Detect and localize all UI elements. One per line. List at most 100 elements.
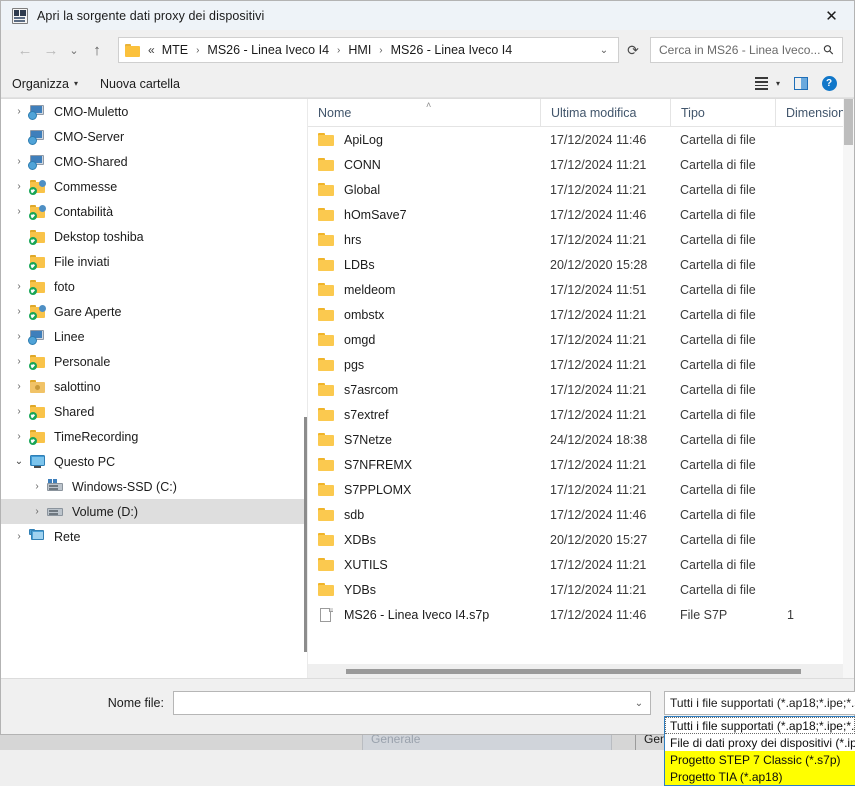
table-row[interactable]: S7Netze24/12/2024 18:38Cartella di file — [308, 427, 854, 452]
chevron-right-icon[interactable]: › — [9, 331, 29, 342]
file-type-filter-option[interactable]: Tutti i file supportati (*.ap18;*.ipe;*.… — [665, 717, 855, 734]
up-one-level-arrow-up-icon[interactable]: ↑ — [84, 37, 110, 63]
file-type-filter-combobox[interactable]: Tutti i file supportati (*.ap18;*.ipe;*.… — [664, 691, 855, 715]
sidebar-item-label: salottino — [54, 380, 101, 394]
table-row[interactable]: s7extref17/12/2024 11:21Cartella di file — [308, 402, 854, 427]
chevron-right-icon[interactable]: › — [27, 506, 47, 517]
file-list-horizontal-scrollbar[interactable] — [308, 663, 854, 678]
table-row[interactable]: ombstx17/12/2024 11:21Cartella di file — [308, 302, 854, 327]
chevron-right-icon[interactable]: › — [9, 381, 29, 392]
file-type-filter-option[interactable]: Progetto TIA (*.ap18) — [665, 768, 855, 785]
table-row[interactable]: XUTILS17/12/2024 11:21Cartella di file — [308, 552, 854, 577]
file-type-filter-option[interactable]: Progetto STEP 7 Classic (*.s7p) — [665, 751, 855, 768]
folder-icon — [318, 258, 335, 272]
sidebar-item-foto[interactable]: ›foto — [1, 274, 307, 299]
address-bar[interactable]: « MTE › MS26 - Linea Iveco I4 › HMI › MS… — [118, 37, 619, 63]
sidebar-item-cmo-muletto[interactable]: ›CMO-Muletto — [1, 99, 307, 124]
chevron-right-icon[interactable]: › — [9, 106, 29, 117]
view-options-chevron-down-icon[interactable]: ▾ — [769, 79, 787, 88]
table-row[interactable]: sdb17/12/2024 11:46Cartella di file — [308, 502, 854, 527]
chevron-down-icon: ▾ — [74, 79, 78, 88]
chevron-right-icon[interactable]: › — [9, 306, 29, 317]
table-row[interactable]: pgs17/12/2024 11:21Cartella di file — [308, 352, 854, 377]
table-row[interactable]: omgd17/12/2024 11:21Cartella di file — [308, 327, 854, 352]
forward-icon[interactable]: → — [38, 37, 64, 63]
help-icon[interactable]: ? — [815, 72, 843, 96]
chevron-right-icon[interactable]: › — [9, 181, 29, 192]
network-share-icon — [29, 104, 46, 119]
column-header-type[interactable]: Tipo — [670, 99, 775, 126]
chevron-right-icon[interactable]: › — [27, 481, 47, 492]
table-row[interactable]: hOmSave717/12/2024 11:46Cartella di file — [308, 202, 854, 227]
chevron-right-icon[interactable]: › — [9, 531, 29, 542]
sidebar-item-windows-ssd-c[interactable]: › Windows-SSD (C:) — [1, 474, 307, 499]
breadcrumb-segment[interactable]: MS26 - Linea Iveco I4 — [205, 43, 331, 57]
file-name-label: omgd — [344, 333, 375, 347]
file-list-vertical-scrollbar[interactable] — [843, 99, 854, 678]
sidebar-item-contabilit[interactable]: ›Contabilità — [1, 199, 307, 224]
breadcrumb-overflow-icon[interactable]: « — [146, 43, 160, 57]
file-name-cell: ombstx — [308, 308, 540, 322]
sidebar-item-linee[interactable]: ›Linee — [1, 324, 307, 349]
filename-input[interactable]: ⌄ — [173, 691, 651, 715]
breadcrumb-segment[interactable]: HMI — [346, 43, 373, 57]
table-row[interactable]: CONN17/12/2024 11:21Cartella di file — [308, 152, 854, 177]
chevron-down-icon[interactable]: ⌄ — [9, 456, 29, 467]
folder-icon — [318, 408, 335, 422]
table-row[interactable]: s7asrcom17/12/2024 11:21Cartella di file — [308, 377, 854, 402]
table-row[interactable]: meldeom17/12/2024 11:51Cartella di file — [308, 277, 854, 302]
back-icon[interactable]: ← — [12, 37, 38, 63]
address-bar-chevron-down-icon[interactable]: ⌄ — [594, 45, 614, 56]
close-icon[interactable]: ✕ — [809, 1, 854, 30]
sidebar-item-cmo-shared[interactable]: ›CMO-Shared — [1, 149, 307, 174]
new-folder-button[interactable]: Nuova cartella — [100, 77, 180, 91]
sidebar-item-timerecording[interactable]: ›TimeRecording — [1, 424, 307, 449]
chevron-right-icon[interactable]: › — [9, 406, 29, 417]
sidebar-item-dekstop-toshiba[interactable]: Dekstop toshiba — [1, 224, 307, 249]
column-header-name[interactable]: Nome — [308, 99, 540, 126]
sidebar-item-cmo-server[interactable]: CMO-Server — [1, 124, 307, 149]
sidebar-item-rete[interactable]: ›Rete — [1, 524, 307, 549]
table-row[interactable]: S7NFREMX17/12/2024 11:21Cartella di file — [308, 452, 854, 477]
sidebar-item-label: Windows-SSD (C:) — [72, 480, 177, 494]
sidebar-item-commesse[interactable]: ›Commesse — [1, 174, 307, 199]
column-header-modified[interactable]: Ultima modifica — [540, 99, 670, 126]
sidebar-item-personale[interactable]: ›Personale — [1, 349, 307, 374]
file-name-cell: pgs — [308, 358, 540, 372]
file-modified-cell: 17/12/2024 11:46 — [540, 508, 670, 522]
sidebar-item-salottino[interactable]: › salottino — [1, 374, 307, 399]
table-row[interactable]: MS26 - Linea Iveco I4.s7p17/12/2024 11:4… — [308, 602, 854, 627]
table-row[interactable]: S7PPLOMX17/12/2024 11:21Cartella di file — [308, 477, 854, 502]
table-row[interactable]: ApiLog17/12/2024 11:46Cartella di file — [308, 127, 854, 152]
table-row[interactable]: XDBs20/12/2020 15:27Cartella di file — [308, 527, 854, 552]
sidebar-item-gare-aperte[interactable]: ›Gare Aperte — [1, 299, 307, 324]
table-row[interactable]: YDBs17/12/2024 11:21Cartella di file — [308, 577, 854, 602]
chevron-right-icon[interactable]: › — [9, 281, 29, 292]
chevron-right-icon[interactable]: › — [9, 431, 29, 442]
file-type-filter-option[interactable]: File di dati proxy dei dispositivi (*.ip… — [665, 734, 855, 751]
breadcrumb-segment[interactable]: MTE — [160, 43, 190, 57]
file-icon — [318, 608, 335, 622]
table-row[interactable]: LDBs20/12/2020 15:28Cartella di file — [308, 252, 854, 277]
folder-icon — [318, 508, 335, 522]
chevron-right-icon[interactable]: › — [9, 156, 29, 167]
chevron-right-icon[interactable]: › — [9, 356, 29, 367]
filename-chevron-down-icon[interactable]: ⌄ — [630, 698, 648, 709]
file-type-cell: Cartella di file — [670, 508, 775, 522]
sidebar-item-volume-d[interactable]: ›Volume (D:) — [1, 499, 307, 524]
chevron-right-icon[interactable]: › — [9, 206, 29, 217]
shared-folder-icon — [29, 179, 46, 194]
folder-icon — [318, 383, 335, 397]
recent-locations-chevron-down-icon[interactable]: ⌄ — [64, 37, 84, 63]
table-row[interactable]: Global17/12/2024 11:21Cartella di file — [308, 177, 854, 202]
sidebar-item-shared[interactable]: ›Shared — [1, 399, 307, 424]
refresh-icon[interactable]: ⟳ — [619, 37, 647, 63]
sidebar-item-questo-pc[interactable]: ⌄Questo PC — [1, 449, 307, 474]
table-row[interactable]: hrs17/12/2024 11:21Cartella di file — [308, 227, 854, 252]
folder-icon — [318, 433, 335, 447]
preview-pane-icon[interactable] — [787, 72, 815, 96]
sidebar-item-file-inviati[interactable]: File inviati — [1, 249, 307, 274]
organize-button[interactable]: Organizza ▾ — [12, 77, 78, 91]
search-input[interactable]: Cerca in MS26 - Linea Iveco... ⚲ — [650, 37, 843, 63]
breadcrumb-segment[interactable]: MS26 - Linea Iveco I4 — [389, 43, 515, 57]
